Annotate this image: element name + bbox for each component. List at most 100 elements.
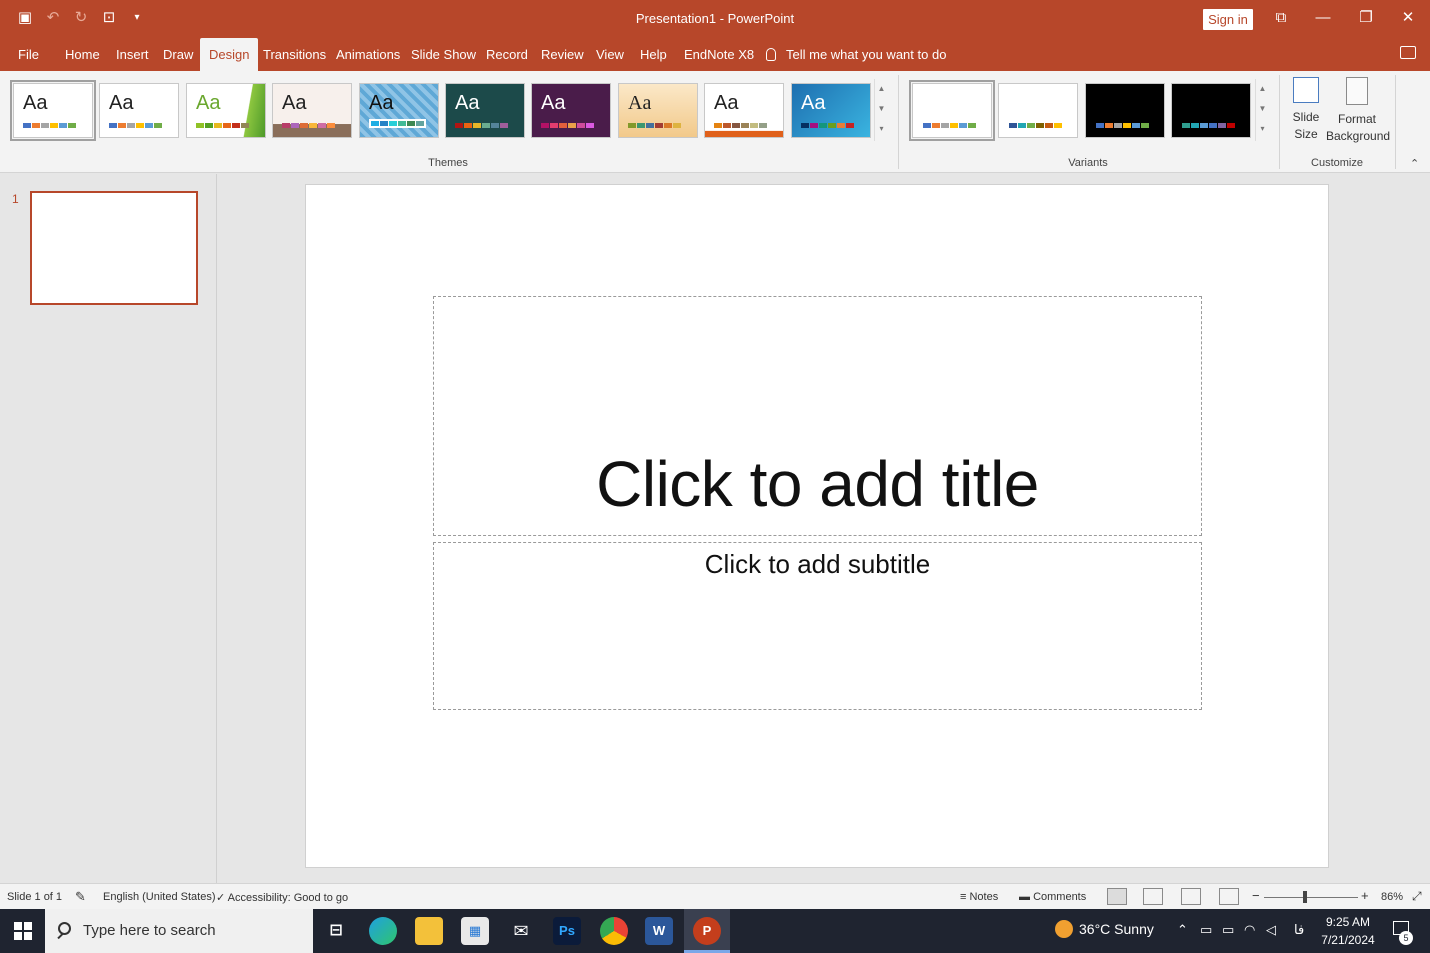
comments-button[interactable]: ▬ Comments [1019,891,1086,903]
title-placeholder-text: Click to add title [596,448,1039,520]
chevron-down-icon[interactable]: ▼ [875,99,888,119]
themes-gallery-scroll[interactable]: ▲ ▼ ▾ [874,79,888,141]
wifi-icon[interactable]: ◠ [1244,922,1255,938]
format-background-button[interactable]: Format Background [1326,77,1390,145]
chrome-icon[interactable] [600,917,628,945]
title-bar: ▣ ↶ ↻ ⊡ ▾ Presentation1 - PowerPoint Sig… [0,0,1430,38]
edge-icon[interactable] [369,917,397,945]
chevron-up-icon[interactable]: ▲ [875,79,888,99]
slide-thumbnail-pane: 1 [0,174,217,883]
taskbar-search[interactable]: Type here to search [45,909,313,953]
collapse-ribbon-icon[interactable]: ⌃ [1410,157,1419,170]
accessibility-status[interactable]: ✓ Accessibility: Good to go [216,891,348,904]
tab-file[interactable]: File [18,38,39,71]
zoom-in-icon[interactable]: + [1361,888,1369,903]
weather-text: 36°C Sunny [1079,921,1154,937]
chevron-up-icon[interactable]: ▲ [1256,79,1269,99]
tab-animations[interactable]: Animations [336,38,400,71]
fit-slide-icon[interactable]: ⤢ [1412,889,1422,904]
variant-3[interactable] [1085,83,1165,138]
sun-icon [1055,920,1073,938]
task-view-icon[interactable]: ⊟ [322,917,350,945]
comment-icon: ▬ [1019,891,1034,903]
slide-sorter-icon[interactable] [1143,888,1163,905]
tab-review[interactable]: Review [541,38,584,71]
subtitle-placeholder[interactable]: Click to add subtitle [433,542,1202,710]
close-icon[interactable]: ✕ [1394,6,1422,30]
meet-now-icon[interactable]: ▭ [1200,922,1212,938]
spelling-icon[interactable]: ✎ [75,889,86,905]
theme-organic[interactable]: Aa [618,83,698,138]
reading-view-icon[interactable] [1181,888,1201,905]
ribbon-display-options-icon[interactable]: ⧉ [1267,6,1295,30]
theme-office[interactable]: Aa [10,80,96,141]
input-language[interactable]: فا [1294,922,1304,938]
theme-retrospect[interactable]: Aa [704,83,784,138]
accessibility-label: Accessibility: Good to go [227,892,349,904]
windows-start-icon[interactable] [14,922,32,940]
tab-draw[interactable]: Draw [163,38,193,71]
notes-button[interactable]: ≡ Notes [960,891,998,903]
variant-1[interactable] [909,80,995,141]
comments-label: Comments [1033,891,1087,903]
theme-slice[interactable]: Aa [791,83,871,138]
tab-endnote[interactable]: EndNote X8 [684,38,754,71]
notes-label: Notes [969,891,999,903]
powerpoint-icon[interactable]: P [693,917,721,945]
theme-facet[interactable]: Aa [186,83,266,138]
notification-badge: 5 [1399,931,1413,945]
tab-insert[interactable]: Insert [116,38,149,71]
tell-me-label: Tell me what you want to do [786,47,947,62]
normal-view-icon[interactable] [1107,888,1127,905]
tab-transitions[interactable]: Transitions [263,38,326,71]
theme-ion-boardroom[interactable]: Aa [531,83,611,138]
zoom-slider[interactable] [1264,897,1358,898]
theme-ion[interactable]: Aa [445,83,525,138]
variant-2[interactable] [998,83,1078,138]
language-indicator[interactable]: English (United States) [103,891,216,903]
more-icon[interactable]: ▾ [1256,119,1269,139]
file-explorer-icon[interactable] [415,917,443,945]
microsoft-store-icon[interactable]: ▦ [461,917,489,945]
system-clock[interactable]: 9:25 AM 7/21/2024 [1318,913,1378,949]
status-bar: Slide 1 of 1 ✎ English (United States) ✓… [0,883,1430,909]
tab-home[interactable]: Home [65,38,100,71]
tab-design[interactable]: Design [200,38,259,71]
slide-size-label: Slide Size [1292,110,1320,141]
more-icon[interactable]: ▾ [875,119,888,139]
theme-office-2[interactable]: Aa [99,83,179,138]
minimize-icon[interactable]: — [1309,6,1337,30]
comments-icon[interactable] [1400,46,1416,59]
clock-time: 9:25 AM [1325,915,1371,929]
chevron-up-icon[interactable]: ⌃ [1177,922,1188,938]
tab-help[interactable]: Help [640,38,667,71]
zoom-slider-handle[interactable] [1303,891,1307,903]
zoom-out-icon[interactable]: − [1252,888,1260,903]
slide-thumbnail[interactable] [30,191,198,305]
word-icon[interactable]: W [645,917,673,945]
sign-in-button[interactable]: Sign in [1203,9,1253,30]
slide-size-button[interactable]: Slide Size [1284,77,1328,143]
chevron-down-icon[interactable]: ▼ [1256,99,1269,119]
zoom-level[interactable]: 86% [1381,891,1403,903]
theme-integral[interactable]: Aa [272,83,352,138]
photoshop-icon[interactable]: Ps [553,917,581,945]
weather-widget[interactable]: 36°C Sunny [1055,920,1154,938]
slide-show-icon[interactable] [1219,888,1239,905]
variant-4[interactable] [1171,83,1251,138]
slide-number: 1 [12,192,19,206]
search-placeholder: Type here to search [83,922,216,939]
tell-me-search[interactable]: Tell me what you want to do [766,38,946,71]
tab-slide-show[interactable]: Slide Show [411,38,476,71]
title-placeholder[interactable]: Click to add title [433,296,1202,536]
tab-view[interactable]: View [596,38,624,71]
volume-icon[interactable]: ◁ [1266,922,1276,938]
variants-group-label: Variants [1068,157,1108,169]
tab-record[interactable]: Record [486,38,528,71]
battery-icon[interactable]: ▭ [1222,922,1234,938]
mail-icon[interactable]: ✉ [507,917,535,945]
restore-icon[interactable]: ❐ [1352,6,1380,30]
accessibility-icon: ✓ [216,892,228,904]
variants-gallery-scroll[interactable]: ▲ ▼ ▾ [1255,79,1269,141]
theme-ion-pattern[interactable]: Aa [359,83,439,138]
